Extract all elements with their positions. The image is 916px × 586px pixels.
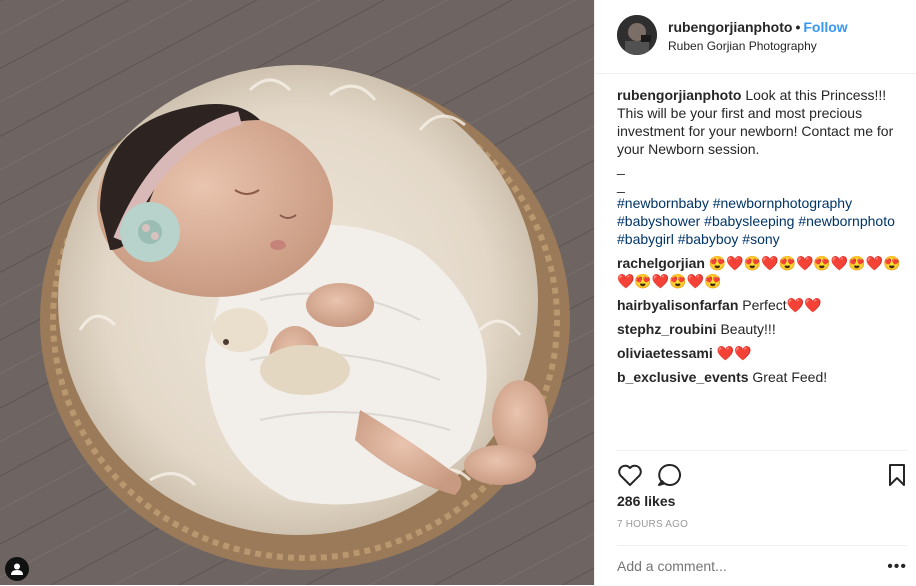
comment-item: stephz_roubini Beauty!!! — [617, 320, 907, 338]
ellipsis-icon[interactable]: ••• — [887, 558, 907, 576]
comment-text: Beauty!!! — [720, 321, 776, 337]
location-label[interactable]: Ruben Gorjian Photography — [668, 39, 817, 53]
bookmark-icon[interactable] — [887, 463, 907, 487]
comment-username[interactable]: hairbyalisonfarfan — [617, 297, 738, 313]
post-photo[interactable] — [0, 0, 594, 585]
likes-count[interactable]: 286 likes — [617, 493, 675, 509]
post-side-panel: rubengorjianphoto • Follow Ruben Gorjian P… — [594, 0, 916, 585]
comment-icon[interactable] — [657, 463, 683, 487]
comment-username[interactable]: oliviaetessami — [617, 345, 713, 361]
caption-username[interactable]: rubengorjianphoto — [617, 87, 741, 103]
comment-item: b_exclusive_events Great Feed! — [617, 368, 907, 386]
newborn-photo-image — [0, 0, 594, 585]
separator-dot: • — [795, 19, 801, 35]
comment-username[interactable]: stephz_roubini — [617, 321, 717, 337]
author-line: rubengorjianphoto • Follow — [668, 19, 848, 35]
comments-list: rubengorjianphoto Look at this Princess!… — [617, 86, 907, 392]
comment-username[interactable]: b_exclusive_events — [617, 369, 749, 385]
caption-dash: _ — [617, 159, 625, 175]
comment-item: rachelgorjian 😍❤️😍❤️😍❤️😍❤️😍❤️😍❤️😍❤️😍❤️😍 — [617, 254, 907, 290]
comment-username[interactable]: rachelgorjian — [617, 255, 705, 271]
comment-item: hairbyalisonfarfan Perfect❤️❤️ — [617, 296, 907, 314]
caption-dash: _ — [617, 177, 625, 193]
comment-text: Perfect❤️❤️ — [742, 297, 822, 313]
action-bar — [617, 450, 907, 486]
post-header: rubengorjianphoto • Follow Ruben Gorjian P… — [595, 0, 916, 74]
heart-icon[interactable] — [617, 463, 643, 487]
caption-hashtags[interactable]: #newbornbaby #newbornphotography #babysh… — [617, 195, 895, 247]
instagram-post: rubengorjianphoto • Follow Ruben Gorjian P… — [0, 0, 916, 585]
caption: rubengorjianphoto Look at this Princess!… — [617, 86, 907, 248]
add-comment-bar: ••• — [617, 545, 907, 586]
comment-item: oliviaetessami ❤️❤️ — [617, 344, 907, 362]
timestamp[interactable]: 7 HOURS AGO — [617, 519, 688, 530]
comment-text: Great Feed! — [752, 369, 828, 385]
comment-text: ❤️❤️ — [716, 345, 752, 361]
follow-button[interactable]: Follow — [803, 19, 847, 35]
author-username[interactable]: rubengorjianphoto — [668, 19, 792, 35]
avatar[interactable] — [617, 15, 657, 55]
user-tag-icon[interactable] — [5, 557, 29, 581]
add-comment-input[interactable] — [617, 558, 867, 574]
